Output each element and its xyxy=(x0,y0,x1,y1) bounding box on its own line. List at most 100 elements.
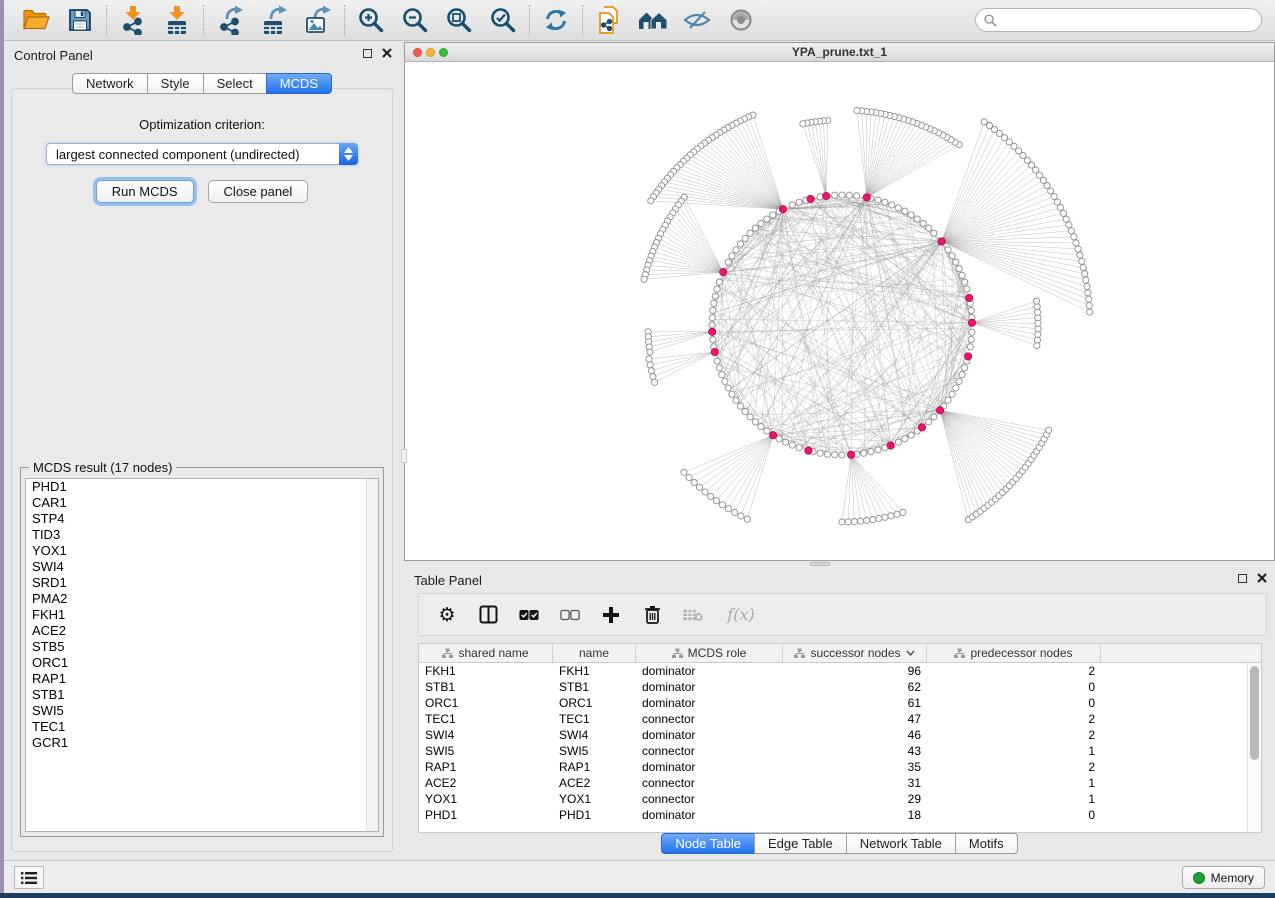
save-session-icon[interactable] xyxy=(65,5,95,35)
table-row[interactable]: SWI4SWI4dominator462 xyxy=(419,727,1247,743)
list-item[interactable]: SRD1 xyxy=(26,575,378,591)
table-cell[interactable]: dominator xyxy=(636,807,783,823)
table-cell[interactable]: SWI4 xyxy=(419,727,553,743)
list-item[interactable]: STP4 xyxy=(26,511,378,527)
list-item[interactable]: STB1 xyxy=(26,687,378,703)
refresh-icon[interactable] xyxy=(541,5,571,35)
table-cell[interactable]: 29 xyxy=(783,791,927,807)
memory-button[interactable]: Memory xyxy=(1182,866,1265,889)
tab-motifs[interactable]: Motifs xyxy=(955,833,1018,854)
table-cell[interactable]: 61 xyxy=(783,695,927,711)
table-cell[interactable]: dominator xyxy=(636,759,783,775)
table-row[interactable]: FKH1FKH1dominator962 xyxy=(419,663,1247,679)
list-item[interactable]: ACE2 xyxy=(26,623,378,639)
tab-network-table[interactable]: Network Table xyxy=(846,833,956,854)
network-canvas[interactable] xyxy=(405,63,1274,560)
table-cell[interactable]: 18 xyxy=(783,807,927,823)
open-session-icon[interactable] xyxy=(21,5,51,35)
table-cell[interactable]: SWI5 xyxy=(419,743,553,759)
table-cell[interactable]: RAP1 xyxy=(553,759,636,775)
table-cell[interactable]: 62 xyxy=(783,679,927,695)
table-row[interactable]: YOX1YOX1connector291 xyxy=(419,791,1247,807)
table-cell[interactable]: dominator xyxy=(636,695,783,711)
export-image-icon[interactable] xyxy=(303,5,333,35)
table-scrollbar-thumb[interactable] xyxy=(1250,666,1259,760)
table-cell[interactable]: 2 xyxy=(927,663,1101,679)
tab-node-table[interactable]: Node Table xyxy=(661,833,755,854)
deselect-all-icon[interactable] xyxy=(560,605,580,625)
table-cell[interactable]: 0 xyxy=(927,807,1101,823)
table-cell[interactable]: ACE2 xyxy=(553,775,636,791)
zoom-fit-icon[interactable] xyxy=(444,5,474,35)
table-cell[interactable]: PHD1 xyxy=(419,807,553,823)
table-cell[interactable]: SWI4 xyxy=(553,727,636,743)
import-network-icon[interactable] xyxy=(118,5,148,35)
sample-sessions-icon[interactable] xyxy=(638,5,668,35)
table-cell[interactable]: RAP1 xyxy=(419,759,553,775)
table-cell[interactable]: dominator xyxy=(636,727,783,743)
list-item[interactable]: PHD1 xyxy=(26,479,378,495)
list-item[interactable]: PMA2 xyxy=(26,591,378,607)
list-item[interactable]: SWI4 xyxy=(26,559,378,575)
list-item[interactable]: FKH1 xyxy=(26,607,378,623)
export-table-icon[interactable] xyxy=(259,5,289,35)
table-row[interactable]: TEC1TEC1connector472 xyxy=(419,711,1247,727)
table-cell[interactable]: connector xyxy=(636,711,783,727)
column-header-name[interactable]: name xyxy=(553,644,636,662)
table-cell[interactable]: 0 xyxy=(927,695,1101,711)
list-item[interactable]: STB5 xyxy=(26,639,378,655)
search-input[interactable] xyxy=(1002,10,1261,30)
column-header-mcds-role[interactable]: MCDS role xyxy=(636,644,783,662)
export-network-icon[interactable] xyxy=(215,5,245,35)
task-history-button[interactable] xyxy=(14,866,44,889)
table-cell[interactable]: dominator xyxy=(636,663,783,679)
table-cell[interactable]: 1 xyxy=(927,775,1101,791)
select-all-icon[interactable] xyxy=(519,605,539,625)
table-cell[interactable]: dominator xyxy=(636,679,783,695)
list-item[interactable]: ORC1 xyxy=(26,655,378,671)
zoom-in-icon[interactable] xyxy=(356,5,386,35)
table-cell[interactable]: 1 xyxy=(927,743,1101,759)
tab-edge-table[interactable]: Edge Table xyxy=(754,833,847,854)
table-cell[interactable]: 46 xyxy=(783,727,927,743)
table-cell[interactable]: ORC1 xyxy=(419,695,553,711)
network-window-titlebar[interactable]: YPA_prune.txt_1 xyxy=(405,43,1274,62)
table-cell[interactable]: connector xyxy=(636,743,783,759)
table-cell[interactable]: SWI5 xyxy=(553,743,636,759)
run-mcds-button[interactable]: Run MCDS xyxy=(96,180,194,203)
table-cell[interactable]: YOX1 xyxy=(553,791,636,807)
list-item[interactable]: RAP1 xyxy=(26,671,378,687)
column-header-predecessor-nodes[interactable]: predecessor nodes xyxy=(927,644,1101,662)
mcds-result-list[interactable]: PHD1CAR1STP4TID3YOX1SWI4SRD1PMA2FKH1ACE2… xyxy=(25,478,379,832)
table-cell[interactable]: connector xyxy=(636,791,783,807)
table-cell[interactable]: 47 xyxy=(783,711,927,727)
table-row[interactable]: STB1STB1dominator620 xyxy=(419,679,1247,695)
tab-style[interactable]: Style xyxy=(147,73,204,94)
table-cell[interactable]: ORC1 xyxy=(553,695,636,711)
table-row[interactable]: PHD1PHD1dominator180 xyxy=(419,807,1247,823)
table-settings-gear-icon[interactable]: ⚙ xyxy=(437,605,457,625)
show-panel-eye-icon[interactable] xyxy=(726,5,756,35)
add-column-icon[interactable] xyxy=(601,605,621,625)
list-item[interactable]: TID3 xyxy=(26,527,378,543)
table-cell[interactable]: STB1 xyxy=(419,679,553,695)
table-cell[interactable]: 2 xyxy=(927,711,1101,727)
import-table-icon[interactable] xyxy=(162,5,192,35)
table-cell[interactable]: 2 xyxy=(927,727,1101,743)
table-row[interactable]: ACE2ACE2connector311 xyxy=(419,775,1247,791)
table-scrollbar[interactable] xyxy=(1247,663,1261,832)
tab-mcds[interactable]: MCDS xyxy=(266,73,332,94)
column-header-shared-name[interactable]: shared name xyxy=(419,644,553,662)
tab-select[interactable]: Select xyxy=(203,73,267,94)
hide-panel-eye-icon[interactable] xyxy=(682,5,712,35)
zoom-selected-icon[interactable] xyxy=(488,5,518,35)
table-row[interactable]: ORC1ORC1dominator610 xyxy=(419,695,1247,711)
list-item[interactable]: TEC1 xyxy=(26,719,378,735)
table-cell[interactable]: 96 xyxy=(783,663,927,679)
column-header-successor-nodes[interactable]: successor nodes xyxy=(783,644,927,662)
table-cell[interactable]: YOX1 xyxy=(419,791,553,807)
float-panel-icon[interactable] xyxy=(363,49,372,58)
float-table-panel-icon[interactable] xyxy=(1238,574,1247,583)
list-item[interactable]: CAR1 xyxy=(26,495,378,511)
show-columns-icon[interactable] xyxy=(478,605,498,625)
